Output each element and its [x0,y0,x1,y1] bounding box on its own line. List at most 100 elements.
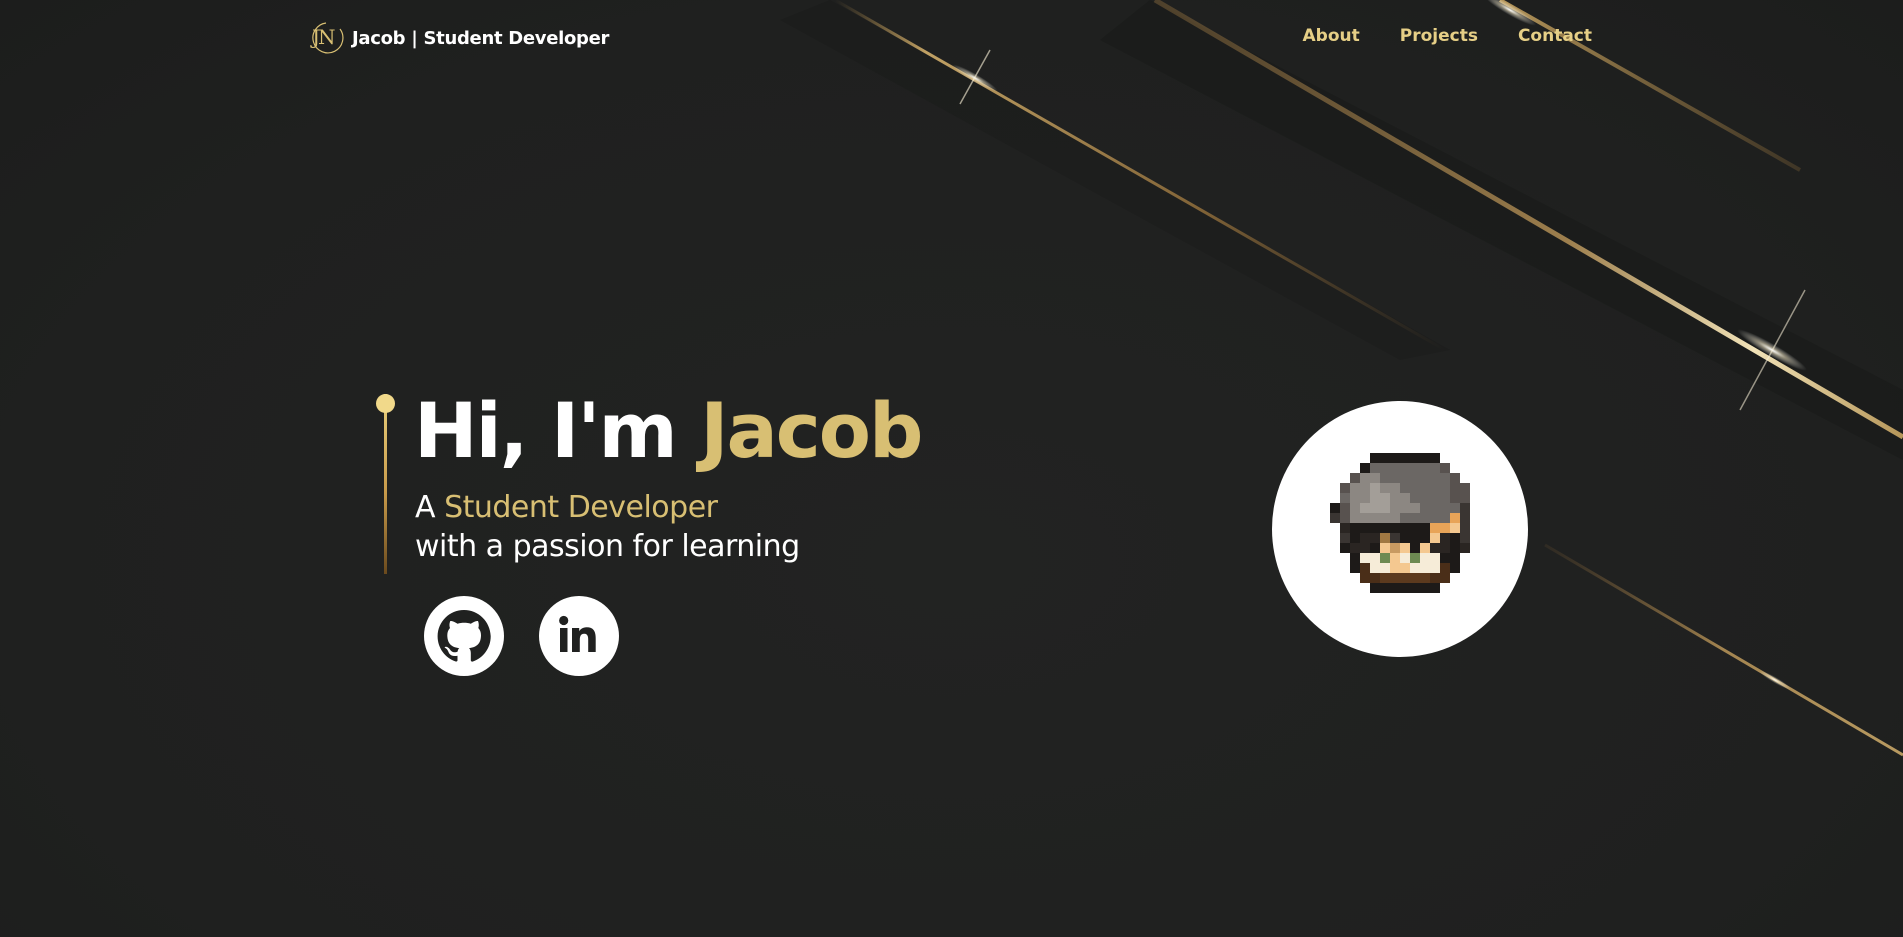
avatar-pixel [1380,553,1390,563]
avatar-pixel [1410,463,1420,473]
avatar-pixel [1390,463,1400,473]
avatar-pixel [1350,563,1360,573]
avatar-pixel [1430,513,1440,523]
avatar-pixel [1370,583,1380,593]
avatar-pixel [1410,453,1420,463]
avatar-pixel [1430,483,1440,493]
avatar-pixel [1340,533,1350,543]
avatar-pixel [1400,533,1410,543]
avatar-pixel [1430,493,1440,503]
subtitle-prefix: A [415,490,445,525]
avatar-pixel [1410,523,1420,533]
brand[interactable]: JN Jacob | Student Developer [310,20,609,56]
avatar-pixel [1390,563,1400,573]
page: JN Jacob | Student Developer About Proje… [0,0,1903,937]
avatar-pixel [1360,473,1370,483]
linkedin-link[interactable] [539,596,619,676]
avatar-pixel [1360,563,1370,573]
nav-link-contact[interactable]: Contact [1518,26,1592,46]
avatar-pixel [1420,503,1430,513]
avatar-pixel [1380,453,1390,463]
avatar-pixel [1430,543,1440,553]
avatar-pixel [1450,503,1460,513]
avatar-pixel [1400,583,1410,593]
avatar-pixel [1370,553,1380,563]
avatar-pixel [1420,543,1430,553]
brand-title: Jacob | Student Developer [352,27,610,49]
avatar-pixel [1430,523,1440,533]
logo-text: JN [312,25,335,49]
avatar-pixel [1380,533,1390,543]
avatar-pixel [1450,473,1460,483]
avatar-pixel [1420,513,1430,523]
hero-subtitle: A Student Developer [415,488,718,528]
avatar-pixel [1460,523,1470,533]
avatar-pixel [1350,493,1360,503]
avatar-pixel [1410,543,1420,553]
avatar-pixel [1360,463,1370,473]
avatar-pixel [1400,513,1410,523]
avatar-pixel [1350,483,1360,493]
avatar-pixel [1380,563,1390,573]
avatar-pixel [1370,573,1380,583]
avatar-pixel [1410,473,1420,483]
avatar [1272,401,1528,657]
avatar-pixel [1420,583,1430,593]
avatar-pixel [1440,473,1450,483]
avatar-pixel [1370,463,1380,473]
pixel-avatar-image [1330,453,1470,593]
avatar-pixel [1430,583,1440,593]
avatar-pixel [1360,543,1370,553]
avatar-pixel [1450,563,1460,573]
avatar-pixel [1460,543,1470,553]
avatar-pixel [1360,533,1370,543]
avatar-pixel [1430,553,1440,563]
accent-line [384,394,387,574]
avatar-pixel [1350,553,1360,563]
avatar-pixel [1430,463,1440,473]
avatar-pixel [1440,523,1450,533]
logo-icon[interactable]: JN [310,21,344,55]
avatar-pixel [1400,553,1410,563]
avatar-pixel [1400,463,1410,473]
avatar-pixel [1370,493,1380,503]
accent-dot [376,394,395,413]
avatar-pixel [1430,573,1440,583]
avatar-pixel [1330,503,1340,513]
avatar-pixel [1400,573,1410,583]
hero-greeting: Hi, I'm [414,386,701,475]
nav-link-projects[interactable]: Projects [1400,26,1478,46]
avatar-pixel [1390,493,1400,503]
avatar-pixel [1370,453,1380,463]
avatar-pixel [1370,483,1380,493]
avatar-pixel [1360,573,1370,583]
nav-link-about[interactable]: About [1303,26,1360,46]
avatar-pixel [1390,583,1400,593]
avatar-pixel [1460,503,1470,513]
avatar-pixel [1350,543,1360,553]
avatar-pixel [1430,533,1440,543]
avatar-pixel [1450,513,1460,523]
github-link[interactable] [424,596,504,676]
avatar-pixel [1400,473,1410,483]
avatar-pixel [1400,563,1410,573]
avatar-pixel [1450,493,1460,503]
avatar-pixel [1410,573,1420,583]
avatar-pixel [1360,493,1370,503]
avatar-pixel [1390,453,1400,463]
avatar-pixel [1380,463,1390,473]
avatar-pixel [1440,483,1450,493]
avatar-pixel [1380,573,1390,583]
avatar-pixel [1410,563,1420,573]
avatar-pixel [1400,543,1410,553]
avatar-pixel [1430,473,1440,483]
hero-role: Student Developer [444,490,718,525]
hero-tagline: with a passion for learning [415,529,800,564]
avatar-pixel [1450,553,1460,563]
avatar-pixel [1380,503,1390,513]
avatar-pixel [1370,533,1380,543]
avatar-pixel [1390,473,1400,483]
avatar-pixel [1440,493,1450,503]
gold-streaks-decoration [780,0,1903,757]
avatar-pixel [1440,503,1450,513]
